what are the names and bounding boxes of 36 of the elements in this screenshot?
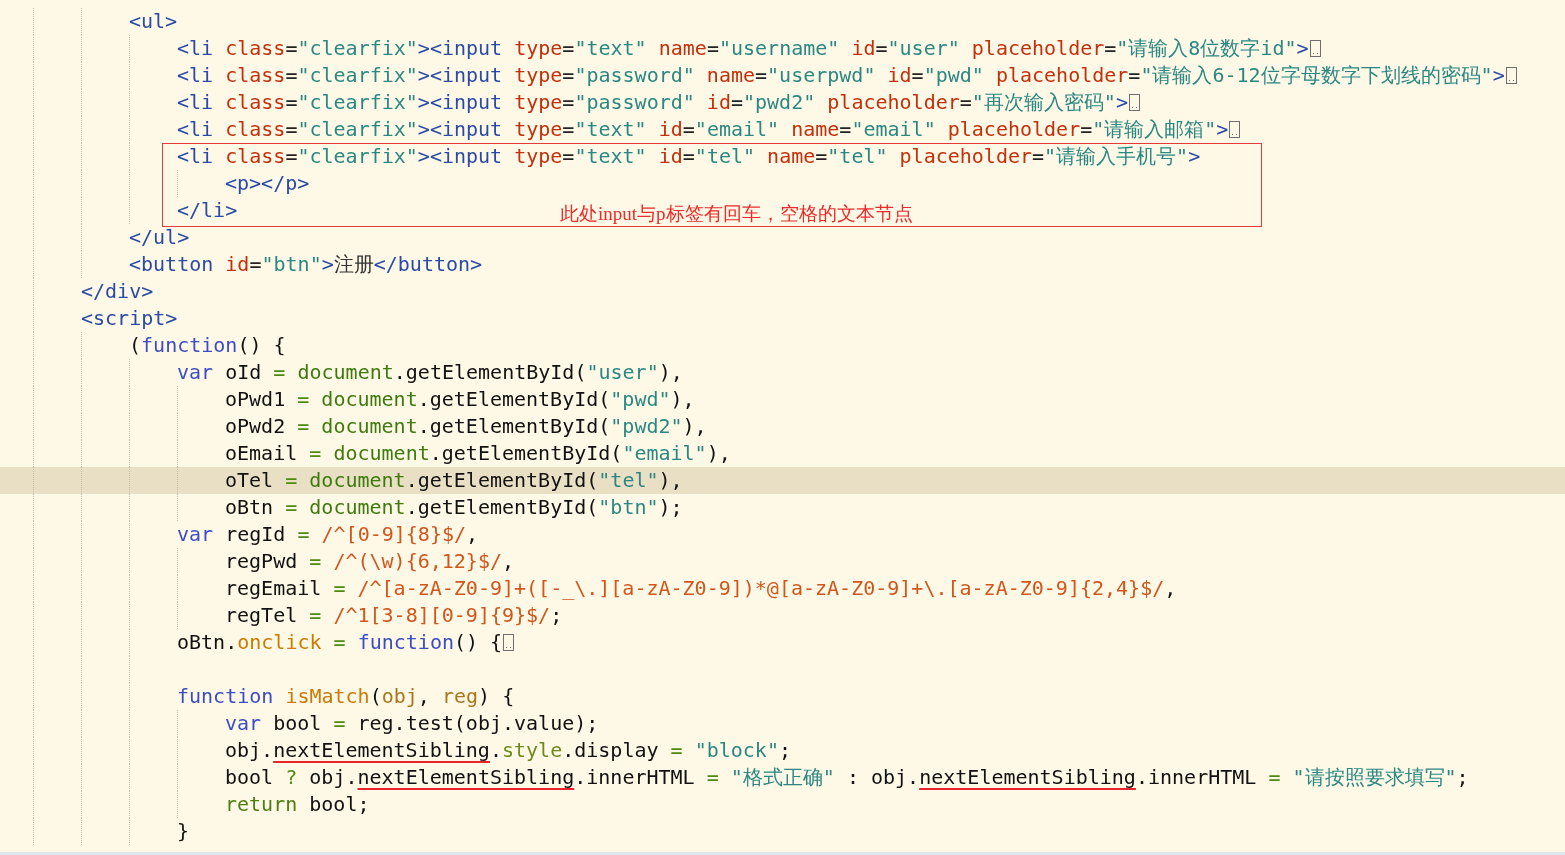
code-line: </ul> [129,224,190,251]
ellipsis-box-icon[interactable] [1128,94,1140,111]
code-line: regTel = /^1[3-8][0-9]{9}$/; [225,602,563,629]
code-line: oPwd2 = document.getElementById("pwd2"), [225,413,707,440]
code-line: function isMatch(obj, reg) { [177,683,515,710]
code-line: regPwd = /^(\w){6,12}$/, [225,548,514,575]
code-line: oBtn = document.getElementById("btn"); [225,494,683,521]
code-line: <ul> [129,8,178,35]
ellipsis-box-icon[interactable] [1229,121,1241,138]
code-line: (function() { [129,332,286,359]
code-line: var bool = reg.test(obj.value); [225,710,599,737]
code-line: <p></p> [225,170,310,197]
code-line: oBtn.onclick = function() { [177,629,503,656]
ellipsis-box-icon[interactable] [503,634,515,651]
code-line: oTel = document.getElementById("tel"), [225,467,683,494]
code-line: obj.nextElementSibling.style.display = "block"; [225,737,791,764]
code-line: } [177,818,190,845]
code-line: var oId = document.getElementById("user"), [177,359,683,386]
code-line: <li class="clearfix"><input type="text" id="email" name="email" placeholder="请输入邮箱"> [177,116,1229,143]
code-line: oEmail = document.getElementById("email"), [225,440,731,467]
ellipsis-box-icon[interactable] [1309,40,1321,57]
code-line: bool ? obj.nextElementSibling.innerHTML = "格式正确" : obj.nextElementSibling.innerHTML = "请按照要求填写"; [225,764,1469,791]
code-line: var regId = /^[0-9]{8}$/, [177,521,479,548]
code-line: oPwd1 = document.getElementById("pwd"), [225,386,695,413]
code-line: regEmail = /^[a-zA-Z0-9]+([-_\.][a-zA-Z0-9])*@[a-zA-Z0-9]+\.[a-zA-Z0-9]{2,4}$/, [225,575,1177,602]
code-line: </div> [81,278,154,305]
annotation-text: 此处input与p标签有回车，空格的文本节点 [560,203,913,225]
code-line: <li class="clearfix"><input type="text" id="tel" name="tel" placeholder="请输入手机号"> [177,143,1201,170]
code-line: <button id="btn">注册</button> [129,251,483,278]
code-line: return bool; [225,791,370,818]
code-line: <li class="clearfix"><input type="password" name="userpwd" id="pwd" placeholder="请输入6-12位字母数字下划线的密码"> [177,62,1505,89]
code-line: <script> [81,305,178,332]
ellipsis-box-icon[interactable] [1505,67,1517,84]
code-line: <li class="clearfix"><input type="password" id="pwd2" placeholder="再次输入密码"> [177,89,1128,116]
code-line: <li class="clearfix"><input type="text" name="username" id="user" placeholder="请输入8位数字id"> [177,35,1309,62]
code-line: </li> [177,197,238,224]
